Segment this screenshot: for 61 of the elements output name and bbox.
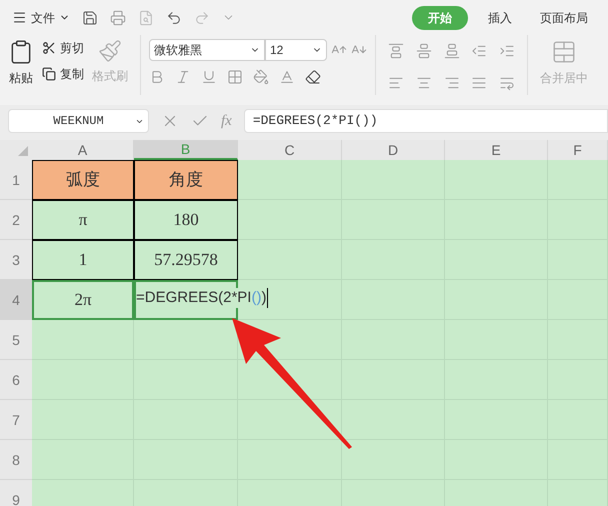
paste-button[interactable]: 粘贴 (8, 35, 34, 95)
eraser-icon[interactable] (305, 69, 321, 85)
redo-icon[interactable] (194, 10, 210, 26)
copy-button[interactable]: 复制 (42, 65, 84, 83)
indent-icon[interactable] (499, 43, 516, 59)
fill-color-icon[interactable] (253, 69, 269, 85)
table-cell: 180 (134, 200, 238, 240)
undo-icon[interactable] (166, 10, 182, 26)
cut-button[interactable]: 剪切 (42, 39, 84, 57)
row-header[interactable]: 3 (0, 240, 32, 280)
outdent-icon[interactable] (471, 43, 488, 59)
table-cell: π (32, 200, 134, 240)
ribbon-tab[interactable]: 开始 (412, 6, 468, 30)
table-cell: 弧度 (32, 160, 134, 200)
row-header[interactable]: 9 (0, 480, 32, 506)
underline-icon[interactable] (201, 69, 217, 85)
merge-cells-icon (551, 39, 577, 65)
justify-icon[interactable] (471, 75, 488, 91)
scissors-icon (42, 41, 56, 55)
formula-field[interactable]: =DEGREES(2*PI()) (244, 109, 608, 133)
paintbrush-icon (98, 39, 122, 63)
copy-icon (42, 67, 56, 81)
align-right-icon[interactable] (444, 75, 460, 91)
triangle-icon[interactable] (18, 146, 28, 156)
table-cell: 2π (32, 280, 134, 320)
row-header[interactable]: 5 (0, 320, 32, 360)
border-icon[interactable] (227, 69, 243, 85)
align-middle-icon[interactable] (416, 43, 432, 59)
table-cell (548, 160, 608, 200)
font-color-icon[interactable] (279, 69, 295, 85)
column-header[interactable]: B (134, 140, 238, 160)
align-center-icon[interactable] (416, 75, 432, 91)
print-preview-icon[interactable] (138, 10, 154, 26)
table-cell: 57.29578 (134, 240, 238, 280)
ribbon-tab[interactable]: 插入 (480, 6, 520, 30)
font-size-field[interactable]: 12 (265, 39, 327, 61)
table-cell: 1 (32, 240, 134, 280)
ribbon-tab[interactable]: 页面布局 (532, 6, 596, 30)
file-menu[interactable]: 文件 (12, 8, 70, 26)
print-icon[interactable] (110, 10, 126, 26)
column-header[interactable]: C (238, 140, 342, 160)
align-top-icon[interactable] (388, 43, 404, 59)
align-left-icon[interactable] (388, 75, 404, 91)
column-header[interactable]: E (445, 140, 548, 160)
row-header[interactable]: 1 (0, 160, 32, 200)
row-header[interactable]: 7 (0, 400, 32, 440)
save-icon[interactable] (82, 10, 98, 26)
column-header[interactable]: D (342, 140, 445, 160)
font-name-field[interactable]: 微软雅黑 (149, 39, 265, 61)
row-header[interactable]: 4 (0, 280, 32, 320)
table-cell: 角度 (134, 160, 238, 200)
row-header[interactable]: 6 (0, 360, 32, 400)
row-header[interactable]: 8 (0, 440, 32, 480)
name-box[interactable]: WEEKNUM (8, 109, 149, 133)
cell-editor[interactable]: =DEGREES(2*PI()) (136, 288, 270, 308)
align-bottom-icon[interactable] (444, 43, 460, 59)
italic-icon[interactable] (175, 69, 191, 85)
row-header[interactable]: 2 (0, 200, 32, 240)
column-header[interactable]: F (548, 140, 608, 160)
function-button[interactable]: fx (221, 110, 232, 132)
menu-icon (12, 10, 27, 25)
